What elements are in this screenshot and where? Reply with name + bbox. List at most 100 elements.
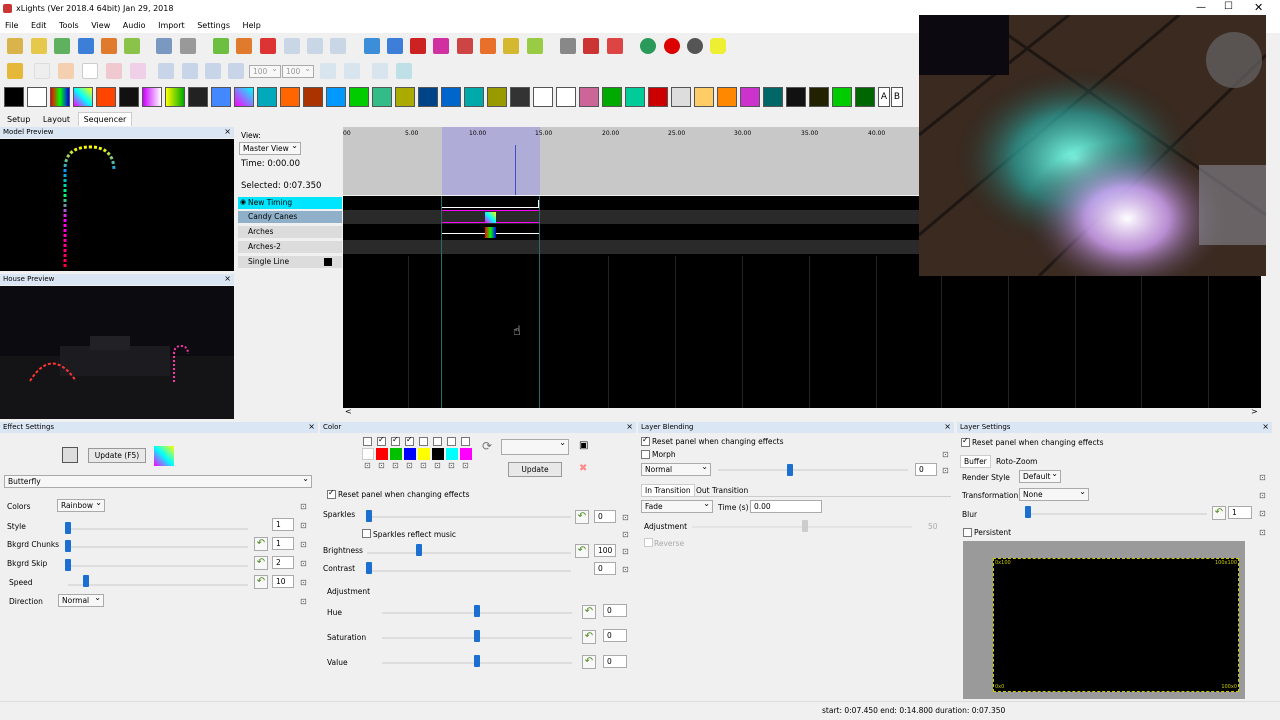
skip-slider[interactable] [68,565,248,567]
palette-select[interactable] [501,438,569,455]
color-swatch[interactable] [376,448,388,460]
saturation-input[interactable]: 0 [603,629,627,642]
value-curve-icon[interactable]: ↶ [582,655,596,669]
effect-morph-icon[interactable] [510,87,530,107]
menu-file[interactable]: File [0,18,23,30]
contrast-slider[interactable] [367,570,571,572]
brightness-slider-thumb[interactable] [416,544,422,556]
lock-icon[interactable]: ⊡ [300,502,307,511]
transformation-select[interactable]: None [1019,487,1089,501]
bulb-off-icon[interactable] [687,38,703,54]
zoom-in-icon[interactable] [560,38,576,54]
sparkle-icon[interactable] [34,63,50,79]
hue-slider-thumb[interactable] [474,605,480,617]
save-icon[interactable] [54,38,70,54]
import-effects-icon[interactable] [433,38,449,54]
buffer-preview[interactable]: 0x100 100x100 0x0 100x0 [963,541,1245,699]
value-curve-icon[interactable]: ↶ [1212,506,1226,520]
menu-settings[interactable]: Settings [192,18,235,30]
pause-icon[interactable] [236,38,252,54]
palette-checkbox-3[interactable] [391,435,400,446]
close-icon[interactable]: × [308,422,315,431]
lock-icon[interactable]: ⊡ [622,530,629,539]
effect-ripple-icon[interactable] [648,87,668,107]
effect-lightning-icon[interactable] [418,87,438,107]
effect-glediator-icon[interactable] [372,87,392,107]
grid-icon[interactable] [387,38,403,54]
paint-icon[interactable] [7,63,23,79]
lock-icon[interactable]: ⊡ [942,466,949,475]
triangle-icon[interactable] [182,63,198,79]
row-arches[interactable]: Arches [238,226,342,238]
value-input[interactable]: 0 [603,655,627,668]
palette-checkbox-6[interactable] [433,437,442,446]
effect-snowstorm-icon[interactable] [809,87,829,107]
colors-select[interactable]: Rainbow [57,498,105,512]
tab-layout[interactable]: Layout [38,113,75,126]
move-icon[interactable] [344,63,360,79]
scroll-left-icon[interactable]: < [345,407,352,416]
palette-checkbox-4[interactable] [405,435,414,446]
render-icon[interactable] [101,38,117,54]
effects-grid[interactable]: ☝ [343,196,919,408]
zoom-select-b[interactable]: 100 [282,64,314,78]
radio-icon[interactable]: ◉ [240,198,246,206]
palette-checkbox-2[interactable] [377,435,386,446]
replay-icon[interactable] [330,38,346,54]
contrast-input[interactable]: 0 [594,562,616,575]
sparkles-input[interactable]: 0 [594,510,616,523]
effect-faces-icon[interactable] [211,87,231,107]
color-swatch[interactable] [418,448,430,460]
tree-icon[interactable] [503,38,519,54]
effect-meteors-icon[interactable] [487,87,507,107]
effect-pictures-icon[interactable] [579,87,599,107]
house-icon[interactable] [480,38,496,54]
menu-audio[interactable]: Audio [118,18,151,30]
horizontal-scrollbar[interactable]: < > [343,407,1262,418]
chunks-input[interactable]: 1 [272,537,294,550]
lock-icon[interactable]: ⊡ [420,461,427,470]
paste-icon[interactable] [396,63,412,79]
effect-off-icon[interactable] [4,87,24,107]
blank-icon[interactable] [82,63,98,79]
value-curve-icon[interactable]: ↶ [582,630,596,644]
lock-icon[interactable]: ⊡ [406,461,413,470]
morph-checkbox[interactable] [641,450,650,459]
timer-icon[interactable] [156,38,172,54]
menu-import[interactable]: Import [153,18,190,30]
fast-forward-icon[interactable] [307,38,323,54]
brightness-input[interactable]: 100 [594,544,616,557]
lock-icon[interactable]: ⊡ [1259,509,1266,518]
menu-edit[interactable]: Edit [26,18,52,30]
speed-slider-thumb[interactable] [83,575,89,587]
color-swatch[interactable] [404,448,416,460]
cube-icon[interactable] [62,447,78,463]
house-preview-canvas[interactable] [0,286,234,419]
effect-bars-icon[interactable] [50,87,70,107]
value-curve-icon[interactable]: ↶ [575,544,589,558]
effect-galaxy-icon[interactable] [326,87,346,107]
transition-time-input[interactable]: 0.00 [750,500,822,513]
render-style-select[interactable]: Default [1019,469,1061,483]
color-swatch[interactable] [460,448,472,460]
menu-help[interactable]: Help [238,18,266,30]
lock-icon[interactable]: ⊡ [300,521,307,530]
sparkles-slider-thumb[interactable] [366,510,372,522]
save-palette-icon[interactable]: ▣ [579,440,588,451]
blending-reset-checkbox[interactable] [641,435,650,446]
value-curve-icon[interactable]: ↶ [582,605,596,619]
color-swatch[interactable] [432,448,444,460]
transition-type-select[interactable]: Fade [641,499,713,513]
zoom-out-icon[interactable] [583,38,599,54]
value-curve-icon[interactable]: ↶ [254,575,268,589]
effect-fireworks-icon[interactable] [303,87,323,107]
close-icon[interactable]: × [224,274,231,283]
refresh-icon[interactable]: ⟳ [482,439,492,453]
select-icon[interactable] [320,63,336,79]
zoom-fit-icon[interactable] [607,38,623,54]
effect-curtain-icon[interactable] [165,87,185,107]
lock-icon[interactable]: ⊡ [622,513,629,522]
blend-mode-select[interactable]: Normal [641,462,711,476]
effect-circles-icon[interactable] [119,87,139,107]
effect-spirograph-icon[interactable] [855,87,875,107]
